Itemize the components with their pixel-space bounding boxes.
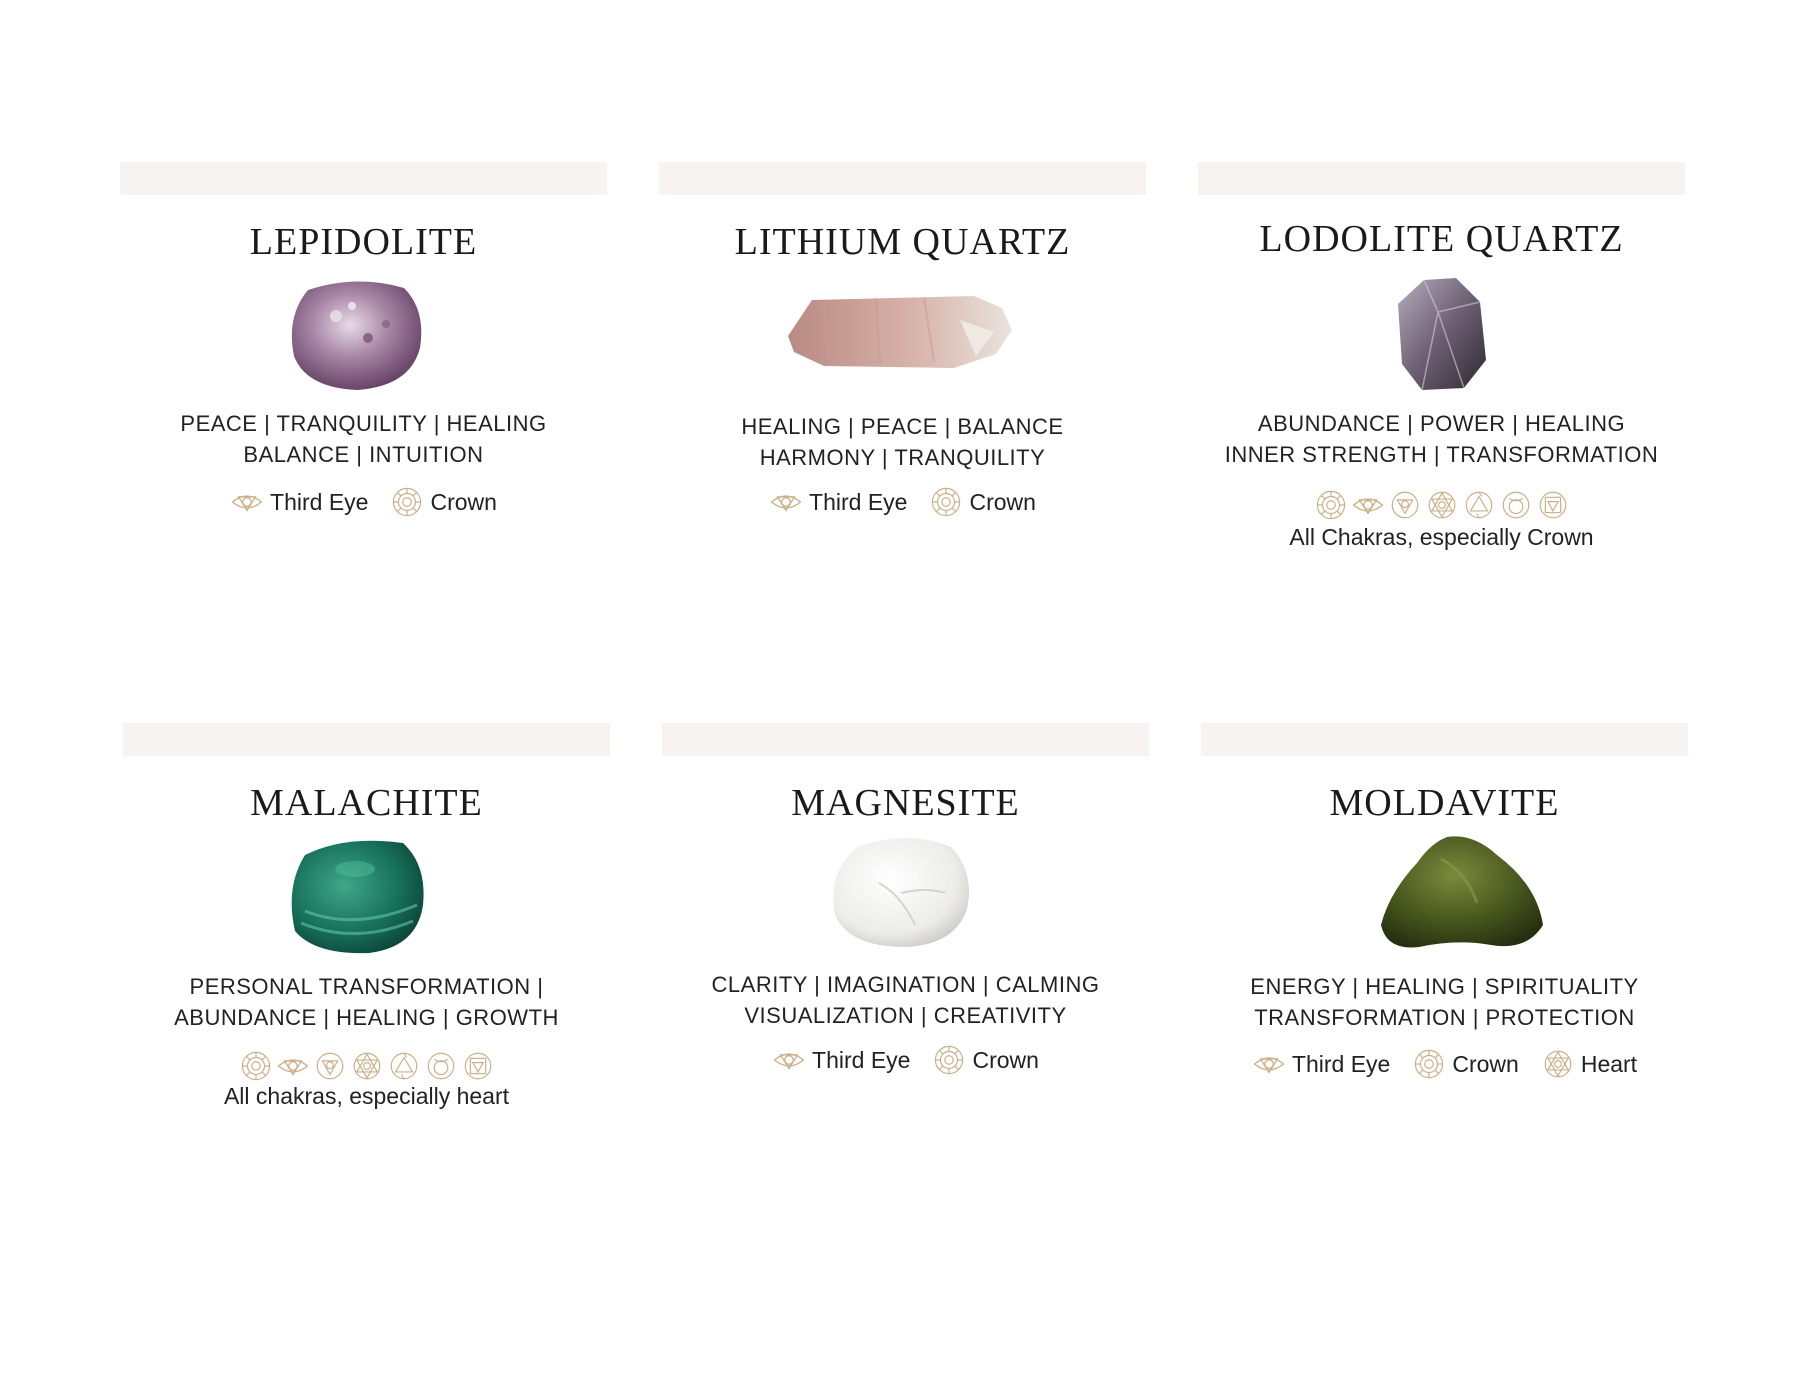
- third-eye-icon: [1252, 1047, 1286, 1081]
- card-header-band: [1198, 162, 1685, 195]
- lepidolite-stone-image: [291, 281, 422, 390]
- crystal-properties: CLARITY | IMAGINATION | CALMING VISUALIZ…: [662, 969, 1149, 1031]
- crystal-name: LEPIDOLITE: [249, 221, 478, 263]
- crystal-name: LODOLITE QUARTZ: [1259, 218, 1624, 260]
- properties-line: BALANCE | INTUITION: [243, 442, 484, 467]
- throat-icon: [1388, 488, 1422, 522]
- solar-plexus-icon: [1462, 488, 1496, 522]
- properties-line: TRANSFORMATION | PROTECTION: [1254, 1005, 1635, 1030]
- crystal-card-magnesite: MAGNESITE CLARITY | IMAGINATION | CALMIN…: [662, 723, 1149, 1203]
- chakra-crown: Crown: [390, 485, 497, 519]
- chakra-list: Third Eye Crown: [662, 1043, 1149, 1077]
- third-eye-icon: [276, 1049, 310, 1083]
- crown-icon: [1412, 1047, 1446, 1081]
- chakra-label: Third Eye: [809, 488, 908, 515]
- crystal-card-lodolite-quartz: LODOLITE QUARTZ ABUNDANCE | POWER | HEAL…: [1198, 162, 1685, 642]
- chakra-third-eye: Third Eye: [1252, 1047, 1390, 1081]
- lodolite-quartz-stone-image: [1398, 278, 1486, 391]
- crystal-card-lithium-quartz: LITHIUM QUARTZ HEALING | PEACE | BALANCE…: [659, 162, 1146, 642]
- crystal-properties: ABUNDANCE | POWER | HEALING INNER STRENG…: [1198, 408, 1685, 470]
- properties-line: CLARITY | IMAGINATION | CALMING: [711, 972, 1100, 997]
- root-icon: [1536, 488, 1570, 522]
- properties-line: VISUALIZATION | CREATIVITY: [744, 1003, 1067, 1028]
- chakra-list: Third Eye Crown Heart: [1201, 1047, 1688, 1081]
- crystal-properties: PERSONAL TRANSFORMATION | ABUNDANCE | HE…: [123, 971, 610, 1033]
- properties-line: PERSONAL TRANSFORMATION |: [189, 974, 544, 999]
- crystal-properties: HEALING | PEACE | BALANCE HARMONY | TRAN…: [659, 411, 1146, 473]
- chakra-label: Crown: [430, 488, 497, 515]
- magnesite-stone-image: [833, 838, 969, 947]
- crown-icon: [932, 1043, 966, 1077]
- card-header-band: [662, 723, 1149, 756]
- card-header-band: [1201, 723, 1688, 756]
- crystal-card-lepidolite: LEPIDOLITE PEACE | TRANQUILITY | HEALING…: [120, 162, 607, 642]
- third-eye-icon: [230, 485, 264, 519]
- third-eye-icon: [1351, 488, 1385, 522]
- crystal-properties: PEACE | TRANQUILITY | HEALING BALANCE | …: [120, 408, 607, 470]
- solar-plexus-icon: [387, 1049, 421, 1083]
- chakra-third-eye: Third Eye: [769, 485, 907, 519]
- root-icon: [461, 1049, 495, 1083]
- properties-line: ABUNDANCE | POWER | HEALING: [1257, 411, 1626, 436]
- chakra-crown: Crown: [932, 1043, 1039, 1077]
- crown-icon: [1314, 488, 1348, 522]
- properties-line: ENERGY | HEALING | SPIRITUALITY: [1250, 974, 1639, 999]
- chakra-heart: Heart: [1541, 1047, 1637, 1081]
- properties-line: HARMONY | TRANQUILITY: [759, 445, 1046, 470]
- third-eye-icon: [769, 485, 803, 519]
- chakra-label: Crown: [1452, 1050, 1519, 1077]
- all-chakras-icons: [123, 1049, 610, 1083]
- chakra-list: Third Eye Crown: [120, 485, 607, 519]
- chakra-third-eye: Third Eye: [230, 485, 368, 519]
- chakra-note: All Chakras, especially Crown: [1289, 524, 1594, 550]
- crown-icon: [239, 1049, 273, 1083]
- malachite-stone-image: [291, 840, 424, 954]
- crystal-name: LITHIUM QUARTZ: [734, 221, 1071, 263]
- third-eye-icon: [772, 1043, 806, 1077]
- sacral-icon: [1499, 488, 1533, 522]
- chakra-label: Crown: [972, 1046, 1039, 1073]
- crystal-name: MALACHITE: [250, 782, 483, 824]
- heart-icon: [350, 1049, 384, 1083]
- properties-line: PEACE | TRANQUILITY | HEALING: [180, 411, 547, 436]
- chakra-label: Third Eye: [1291, 1050, 1391, 1077]
- chakra-list: Third Eye Crown: [659, 485, 1146, 519]
- card-header-band: [123, 723, 610, 756]
- chakra-crown: Crown: [929, 485, 1036, 519]
- crystal-properties: ENERGY | HEALING | SPIRITUALITY TRANSFOR…: [1201, 971, 1688, 1033]
- properties-line: ABUNDANCE | HEALING | GROWTH: [174, 1005, 559, 1030]
- crown-icon: [929, 485, 963, 519]
- moldavite-stone-image: [1381, 836, 1543, 948]
- chakra-crown: Crown: [1412, 1047, 1519, 1081]
- chakra-label: Heart: [1580, 1050, 1638, 1077]
- all-chakras-icons: [1198, 488, 1685, 522]
- crystal-card-moldavite: MOLDAVITE ENERGY | HEALING | SPIRITUALIT…: [1201, 723, 1688, 1203]
- crown-icon: [390, 485, 424, 519]
- sacral-icon: [424, 1049, 458, 1083]
- crystal-name: MOLDAVITE: [1329, 782, 1560, 824]
- crystal-name: MAGNESITE: [791, 782, 1020, 824]
- throat-icon: [313, 1049, 347, 1083]
- chakra-third-eye: Third Eye: [772, 1043, 910, 1077]
- chakra-note: All chakras, especially heart: [223, 1083, 510, 1109]
- properties-line: HEALING | PEACE | BALANCE: [741, 414, 1064, 439]
- heart-icon: [1541, 1047, 1575, 1081]
- chakra-label: Third Eye: [270, 488, 369, 515]
- crystal-card-malachite: MALACHITE PERSONAL TRANSFORMATION | ABUN…: [123, 723, 610, 1203]
- card-header-band: [659, 162, 1146, 195]
- lithium-quartz-stone-image: [788, 296, 1012, 368]
- card-header-band: [120, 162, 607, 195]
- heart-icon: [1425, 488, 1459, 522]
- chakra-label: Third Eye: [812, 1046, 911, 1073]
- chakra-label: Crown: [969, 488, 1036, 515]
- properties-line: INNER STRENGTH | TRANSFORMATION: [1224, 442, 1659, 467]
